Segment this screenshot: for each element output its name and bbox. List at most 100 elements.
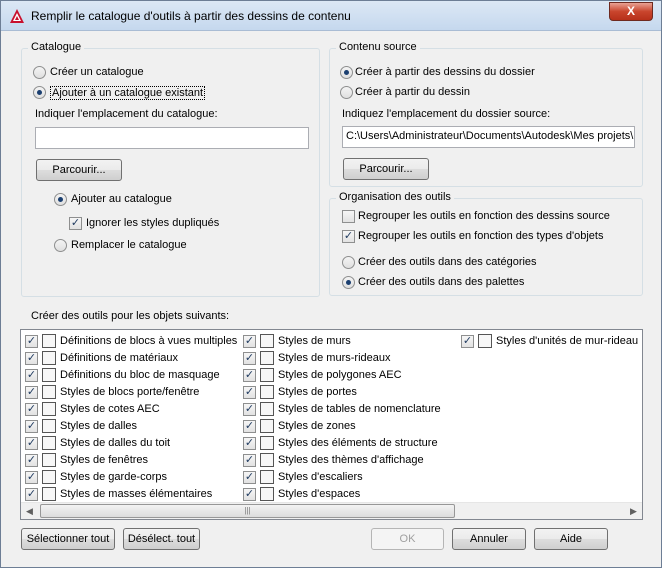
item-label: Styles de zones (278, 420, 356, 432)
item-checkbox[interactable] (461, 335, 474, 348)
item-checkbox[interactable] (25, 403, 38, 416)
item-checkbox[interactable] (25, 386, 38, 399)
item-label: Styles de masses élémentaires (60, 488, 213, 500)
tools-in-palettes-radio[interactable] (342, 276, 355, 289)
polygon-icon (260, 368, 274, 382)
window-icon (42, 453, 56, 467)
add-to-catalogue-label[interactable]: Ajouter au catalogue (71, 193, 172, 205)
item-checkbox[interactable] (25, 420, 38, 433)
group-by-type-checkbox[interactable] (342, 230, 355, 243)
add-existing-catalogue-label[interactable]: Ajouter à un catalogue existant (50, 86, 206, 100)
wall-icon (260, 334, 274, 348)
item-label: Styles des éléments de structure (278, 437, 438, 449)
from-folder-radio[interactable] (340, 66, 353, 79)
from-drawing-radio[interactable] (340, 86, 353, 99)
source-browse-button[interactable]: Parcourir... (343, 158, 429, 180)
scroll-left-icon[interactable]: ◀ (21, 503, 38, 519)
item-checkbox[interactable] (25, 335, 38, 348)
cancel-button[interactable]: Annuler (452, 528, 526, 550)
ignore-duplicates-label[interactable]: Ignorer les styles dupliqués (86, 217, 219, 229)
create-catalogue-label[interactable]: Créer un catalogue (50, 66, 144, 78)
item-label: Définitions de matériaux (60, 352, 179, 364)
zone-icon (260, 419, 274, 433)
ignore-duplicates-checkbox[interactable] (69, 217, 82, 230)
autocad-logo-icon (10, 9, 24, 23)
structural-member-icon (260, 436, 274, 450)
item-label: Styles de blocs porte/fenêtre (60, 386, 200, 398)
add-existing-catalogue-radio[interactable] (33, 86, 46, 99)
item-checkbox[interactable] (25, 454, 38, 467)
deselect-all-button[interactable]: Désélect. tout (123, 528, 200, 550)
objects-list-label: Créer des outils pour les objets suivant… (31, 310, 230, 322)
item-checkbox[interactable] (243, 386, 256, 399)
item-label: Styles de murs-rideaux (278, 352, 391, 364)
source-folder-input[interactable]: C:\Users\Administrateur\Documents\Autode… (342, 126, 635, 148)
group-by-drawing-label[interactable]: Regrouper les outils en fonction des des… (358, 210, 610, 222)
schedule-table-icon (260, 402, 274, 416)
dialog-window: Remplir le catalogue d'outils à partir d… (0, 0, 662, 568)
item-checkbox[interactable] (25, 369, 38, 382)
item-checkbox[interactable] (243, 420, 256, 433)
item-checkbox[interactable] (25, 471, 38, 484)
item-checkbox[interactable] (25, 437, 38, 450)
create-catalogue-radio[interactable] (33, 66, 46, 79)
catalogue-group-title: Catalogue (28, 41, 85, 53)
item-checkbox[interactable] (243, 369, 256, 382)
item-label: Définitions du bloc de masquage (60, 369, 220, 381)
item-checkbox[interactable] (243, 471, 256, 484)
item-label: Styles de murs (278, 335, 351, 347)
ok-button[interactable]: OK (371, 528, 444, 550)
dimension-icon (42, 402, 56, 416)
item-label: Styles d'escaliers (278, 471, 363, 483)
item-label: Styles de dalles (60, 420, 138, 432)
item-checkbox[interactable] (243, 488, 256, 501)
space-icon (260, 487, 274, 501)
item-checkbox[interactable] (243, 335, 256, 348)
item-label: Styles de fenêtres (60, 454, 149, 466)
curtain-wall-icon (260, 351, 274, 365)
display-theme-icon (260, 453, 274, 467)
mass-element-icon (42, 487, 56, 501)
horizontal-scrollbar[interactable]: ◀ ||| ▶ (21, 502, 642, 519)
item-checkbox[interactable] (243, 454, 256, 467)
add-to-catalogue-radio[interactable] (54, 193, 67, 206)
item-checkbox[interactable] (243, 437, 256, 450)
from-folder-label[interactable]: Créer à partir des dessins du dossier (355, 66, 535, 78)
door-icon (260, 385, 274, 399)
item-checkbox[interactable] (25, 488, 38, 501)
item-checkbox[interactable] (243, 403, 256, 416)
select-all-button[interactable]: Sélectionner tout (21, 528, 115, 550)
source-group-title: Contenu source (336, 41, 420, 53)
railing-icon (42, 470, 56, 484)
mask-block-icon (42, 368, 56, 382)
curtain-wall-unit-icon (478, 334, 492, 348)
item-label: Styles des thèmes d'affichage (278, 454, 424, 466)
catalogue-location-input[interactable] (35, 127, 309, 149)
title-bar[interactable]: Remplir le catalogue d'outils à partir d… (1, 1, 661, 31)
tools-in-categories-label[interactable]: Créer des outils dans des catégories (358, 256, 537, 268)
replace-catalogue-label[interactable]: Remplacer le catalogue (71, 239, 187, 251)
tools-in-palettes-label[interactable]: Créer des outils dans des palettes (358, 276, 524, 288)
item-label: Définitions de blocs à vues multiples (60, 335, 238, 347)
catalogue-browse-button[interactable]: Parcourir... (36, 159, 122, 181)
catalogue-group: Catalogue Créer un catalogue Ajouter à u… (21, 41, 320, 297)
item-checkbox[interactable] (243, 352, 256, 365)
close-button[interactable]: X (609, 2, 653, 21)
scrollbar-thumb[interactable]: ||| (40, 504, 455, 518)
item-label: Styles de garde-corps (60, 471, 167, 483)
help-button[interactable]: Aide (534, 528, 608, 550)
material-icon (42, 351, 56, 365)
replace-catalogue-radio[interactable] (54, 239, 67, 252)
stair-icon (260, 470, 274, 484)
object-types-list[interactable]: Définitions de blocs à vues multiples Dé… (20, 329, 643, 520)
tools-in-categories-radio[interactable] (342, 256, 355, 269)
group-by-drawing-checkbox[interactable] (342, 210, 355, 223)
scroll-right-icon[interactable]: ▶ (625, 503, 642, 519)
from-drawing-label[interactable]: Créer à partir du dessin (355, 86, 470, 98)
item-label: Styles de portes (278, 386, 357, 398)
door-window-block-icon (42, 385, 56, 399)
item-label: Styles d'unités de mur-rideau (496, 335, 639, 347)
group-by-type-label[interactable]: Regrouper les outils en fonction des typ… (358, 230, 603, 242)
multiview-block-icon (42, 334, 56, 348)
item-checkbox[interactable] (25, 352, 38, 365)
